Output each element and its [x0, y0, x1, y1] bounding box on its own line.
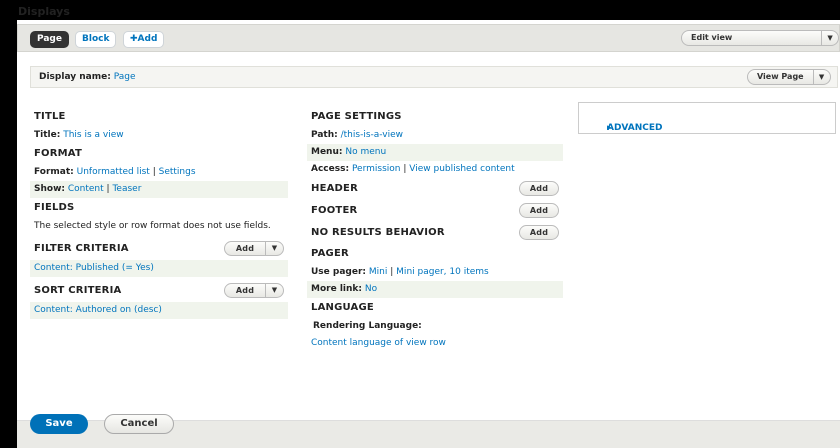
more-link-row: More link: No: [307, 281, 563, 298]
section-no-results: NO RESULTS BEHAVIOR Add: [307, 222, 563, 244]
tab-add[interactable]: ✚Add: [123, 31, 165, 48]
use-pager-link[interactable]: Mini: [369, 267, 387, 277]
filter-add-dropdown[interactable]: ▼: [265, 242, 283, 255]
fields-note: The selected style or row format does no…: [34, 221, 271, 231]
display-name-bar: Display name: Page View Page ▼: [30, 66, 838, 88]
advanced-label: ADVANCED: [607, 123, 663, 133]
pager-settings-link[interactable]: Mini pager, 10 items: [396, 267, 489, 277]
format-link[interactable]: Unformatted list: [77, 167, 150, 177]
section-pager: PAGER: [311, 248, 349, 259]
format-settings-link[interactable]: Settings: [159, 167, 196, 177]
show-content-link[interactable]: Content: [68, 184, 104, 194]
display-name: Display name: Page: [39, 72, 135, 82]
format-label: Format:: [34, 167, 74, 177]
title-row: Title: This is a view: [30, 127, 288, 144]
sort-add-dropdown[interactable]: ▼: [265, 284, 283, 297]
access-permission-link[interactable]: Permission: [352, 164, 401, 174]
separator: |: [390, 267, 394, 277]
sort-item-link[interactable]: Content: Authored on (desc): [34, 305, 162, 315]
tab-block[interactable]: Block: [75, 31, 117, 48]
path-row: Path: /this-is-a-view: [307, 127, 563, 144]
header-heading: HEADER: [311, 183, 358, 194]
display-name-label: Display name:: [39, 72, 111, 82]
sort-add-group: Add ▼: [224, 283, 284, 298]
view-page-dropdown[interactable]: ▼: [812, 70, 830, 84]
rendering-language-heading: Rendering Language:: [313, 321, 422, 331]
no-results-heading: NO RESULTS BEHAVIOR: [311, 227, 445, 238]
section-language: LANGUAGE: [311, 302, 374, 313]
middle-column: PAGE SETTINGS Path: /this-is-a-view Menu…: [307, 107, 563, 352]
tab-add-label: Add: [137, 34, 158, 44]
show-label: Show:: [34, 184, 65, 194]
section-header: HEADER Add: [307, 178, 563, 200]
view-page-group: View Page ▼: [747, 69, 831, 85]
access-row: Access: Permission | View published cont…: [307, 161, 563, 178]
title-label: Title:: [34, 130, 61, 140]
left-column: TITLE Title: This is a view FORMAT Forma…: [30, 107, 288, 319]
menu-row: Menu: No menu: [307, 144, 563, 161]
filter-add-button[interactable]: Add: [225, 242, 265, 255]
menu-link[interactable]: No menu: [345, 147, 386, 157]
view-page-button[interactable]: View Page: [748, 70, 813, 84]
sort-item: Content: Authored on (desc): [30, 302, 288, 319]
display-tabs-bar: Page Block ✚Add Edit view name/descripti…: [17, 24, 840, 52]
filter-item-link[interactable]: Content: Published (= Yes): [34, 263, 154, 273]
access-label: Access:: [311, 164, 350, 174]
footer-heading: FOOTER: [311, 205, 358, 216]
section-fields: FIELDS: [34, 202, 75, 213]
cancel-button[interactable]: Cancel: [104, 414, 174, 434]
show-row: Show: Content | Teaser: [30, 181, 288, 198]
edit-view-group: Edit view name/description ▼: [681, 30, 839, 46]
chevron-down-icon: ▼: [271, 244, 278, 252]
section-sort: SORT CRITERIA Add ▼: [30, 280, 288, 302]
section-title: TITLE: [34, 111, 66, 122]
display-name-link[interactable]: Page: [114, 72, 136, 82]
separator: |: [152, 167, 156, 177]
section-page-settings: PAGE SETTINGS: [311, 111, 402, 122]
filter-heading: FILTER CRITERIA: [34, 243, 129, 254]
menu-label: Menu:: [311, 147, 343, 157]
footer-add-button[interactable]: Add: [519, 203, 559, 218]
separator: |: [106, 184, 110, 194]
tab-page[interactable]: Page: [30, 31, 69, 48]
rendering-language-link[interactable]: Content language of view row: [311, 338, 446, 348]
sort-heading: SORT CRITERIA: [34, 285, 122, 296]
use-pager-label: Use pager:: [311, 267, 367, 277]
chevron-down-icon: ▼: [818, 73, 825, 81]
sort-add-button[interactable]: Add: [225, 284, 265, 297]
access-extra-link[interactable]: View published content: [409, 164, 514, 174]
show-teaser-link[interactable]: Teaser: [112, 184, 141, 194]
rendering-language-label: Rendering Language:: [307, 318, 563, 335]
format-row: Format: Unformatted list | Settings: [30, 164, 288, 181]
no-results-add-button[interactable]: Add: [519, 225, 559, 240]
filter-add-group: Add ▼: [224, 241, 284, 256]
save-button[interactable]: Save: [30, 414, 88, 434]
more-link-value[interactable]: No: [365, 284, 377, 294]
advanced-panel[interactable]: ▸ ADVANCED: [578, 102, 836, 134]
edit-view-dropdown[interactable]: ▼: [821, 31, 838, 45]
use-pager-row: Use pager: Mini | Mini pager, 10 items: [307, 264, 563, 281]
plus-icon: ✚: [130, 34, 138, 44]
section-filter: FILTER CRITERIA Add ▼: [30, 238, 288, 260]
more-link-label: More link:: [311, 284, 362, 294]
edit-view-button[interactable]: Edit view name/description: [682, 31, 821, 45]
header-add-button[interactable]: Add: [519, 181, 559, 196]
rendering-language-row: Content language of view row: [307, 335, 563, 352]
filter-item: Content: Published (= Yes): [30, 260, 288, 277]
section-format: FORMAT: [34, 148, 82, 159]
section-footer: FOOTER Add: [307, 200, 563, 222]
displays-heading: Displays: [18, 5, 70, 18]
title-link[interactable]: This is a view: [63, 130, 123, 140]
path-link[interactable]: /this-is-a-view: [341, 130, 403, 140]
chevron-down-icon: ▼: [271, 286, 278, 294]
separator: |: [403, 164, 407, 174]
chevron-down-icon: ▼: [827, 34, 833, 42]
path-label: Path:: [311, 130, 338, 140]
